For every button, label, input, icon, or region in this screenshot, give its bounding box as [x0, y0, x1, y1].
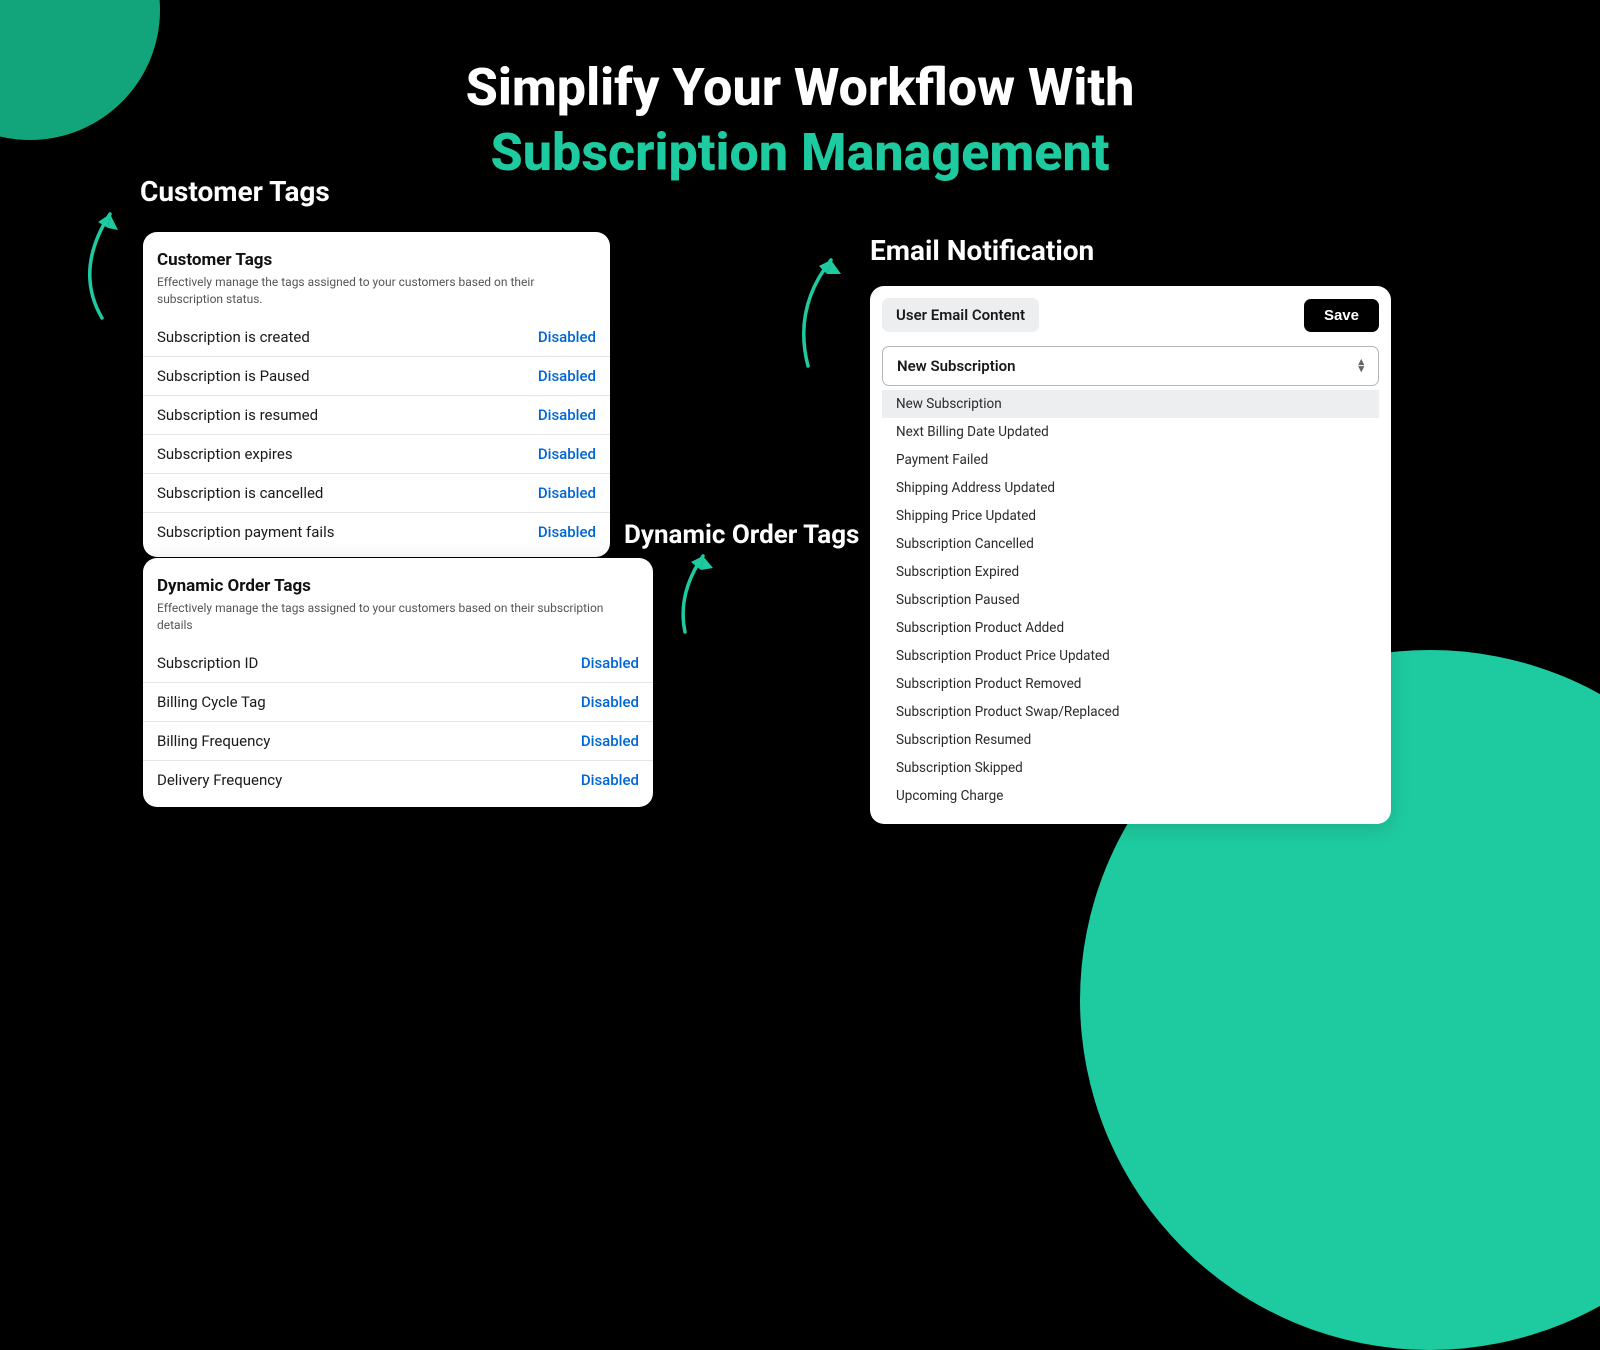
dropdown-item[interactable]: Subscription Product Removed	[882, 670, 1379, 698]
email-notification-card: User Email Content Save New Subscription…	[870, 286, 1391, 824]
dropdown-item[interactable]: Subscription Skipped	[882, 754, 1379, 782]
dynamic-order-tags-card: Dynamic Order Tags Effectively manage th…	[143, 558, 653, 807]
dropdown-item[interactable]: Subscription Product Added	[882, 614, 1379, 642]
tag-status-toggle[interactable]: Disabled	[538, 328, 596, 346]
tag-label: Billing Cycle Tag	[157, 693, 266, 711]
tag-label: Subscription ID	[157, 654, 258, 672]
tag-status-toggle[interactable]: Disabled	[538, 367, 596, 385]
email-template-select[interactable]: New Subscription ▴▾	[882, 346, 1379, 386]
tag-status-toggle[interactable]: Disabled	[538, 484, 596, 502]
tag-label: Subscription is resumed	[157, 406, 318, 424]
tag-row: Subscription expires Disabled	[143, 435, 610, 474]
dropdown-item[interactable]: Shipping Price Updated	[882, 502, 1379, 530]
tag-row: Subscription ID Disabled	[143, 644, 653, 683]
save-button[interactable]: Save	[1304, 299, 1379, 332]
dropdown-item[interactable]: Subscription Expired	[882, 558, 1379, 586]
dropdown-item[interactable]: Subscription Product Swap/Replaced	[882, 698, 1379, 726]
tag-row: Subscription payment fails Disabled	[143, 513, 610, 551]
dropdown-item[interactable]: Subscription Cancelled	[882, 530, 1379, 558]
select-caret-icon: ▴▾	[1358, 359, 1364, 372]
dropdown-item[interactable]: Subscription Product Price Updated	[882, 642, 1379, 670]
tag-label: Subscription is created	[157, 328, 310, 346]
tag-label: Billing Frequency	[157, 732, 270, 750]
tag-row: Billing Cycle Tag Disabled	[143, 683, 653, 722]
tag-label: Subscription expires	[157, 445, 293, 463]
tag-status-toggle[interactable]: Disabled	[538, 445, 596, 463]
tag-status-toggle[interactable]: Disabled	[581, 732, 639, 750]
card-title: Customer Tags	[143, 250, 610, 270]
tag-row: Billing Frequency Disabled	[143, 722, 653, 761]
tag-row: Subscription is created Disabled	[143, 318, 610, 357]
tag-row: Subscription is resumed Disabled	[143, 396, 610, 435]
section-label-customer-tags: Customer Tags	[140, 175, 330, 208]
tag-row: Subscription is cancelled Disabled	[143, 474, 610, 513]
arrow-icon	[793, 248, 853, 368]
tag-status-toggle[interactable]: Disabled	[581, 693, 639, 711]
tag-label: Delivery Frequency	[157, 771, 282, 789]
section-label-dynamic-order-tags: Dynamic Order Tags	[624, 520, 859, 550]
tag-label: Subscription is Paused	[157, 367, 310, 385]
card-subtitle: Effectively manage the tags assigned to …	[143, 270, 610, 318]
user-email-content-tab[interactable]: User Email Content	[882, 298, 1039, 332]
headline-line-1: Simplify Your Workflow With	[0, 55, 1600, 120]
arrow-icon	[675, 544, 735, 634]
dropdown-item[interactable]: Subscription Paused	[882, 586, 1379, 614]
card-subtitle: Effectively manage the tags assigned to …	[143, 596, 653, 644]
tag-status-toggle[interactable]: Disabled	[581, 771, 639, 789]
tag-status-toggle[interactable]: Disabled	[581, 654, 639, 672]
email-template-dropdown: New SubscriptionNext Billing Date Update…	[882, 390, 1379, 810]
tag-status-toggle[interactable]: Disabled	[538, 523, 596, 541]
arrow-icon	[72, 200, 132, 320]
dropdown-item[interactable]: Shipping Address Updated	[882, 474, 1379, 502]
dropdown-item[interactable]: Subscription Resumed	[882, 726, 1379, 754]
dropdown-item[interactable]: Next Billing Date Updated	[882, 418, 1379, 446]
card-title: Dynamic Order Tags	[143, 576, 653, 596]
select-value: New Subscription	[897, 357, 1016, 375]
tag-row: Delivery Frequency Disabled	[143, 761, 653, 799]
tag-label: Subscription payment fails	[157, 523, 334, 541]
tag-label: Subscription is cancelled	[157, 484, 323, 502]
tag-status-toggle[interactable]: Disabled	[538, 406, 596, 424]
page-headline: Simplify Your Workflow With Subscription…	[0, 55, 1600, 185]
dropdown-item[interactable]: Payment Failed	[882, 446, 1379, 474]
dropdown-item[interactable]: New Subscription	[882, 390, 1379, 418]
tag-row: Subscription is Paused Disabled	[143, 357, 610, 396]
customer-tags-card: Customer Tags Effectively manage the tag…	[143, 232, 610, 557]
section-label-email-notification: Email Notification	[870, 234, 1094, 267]
dropdown-item[interactable]: Upcoming Charge	[882, 782, 1379, 810]
